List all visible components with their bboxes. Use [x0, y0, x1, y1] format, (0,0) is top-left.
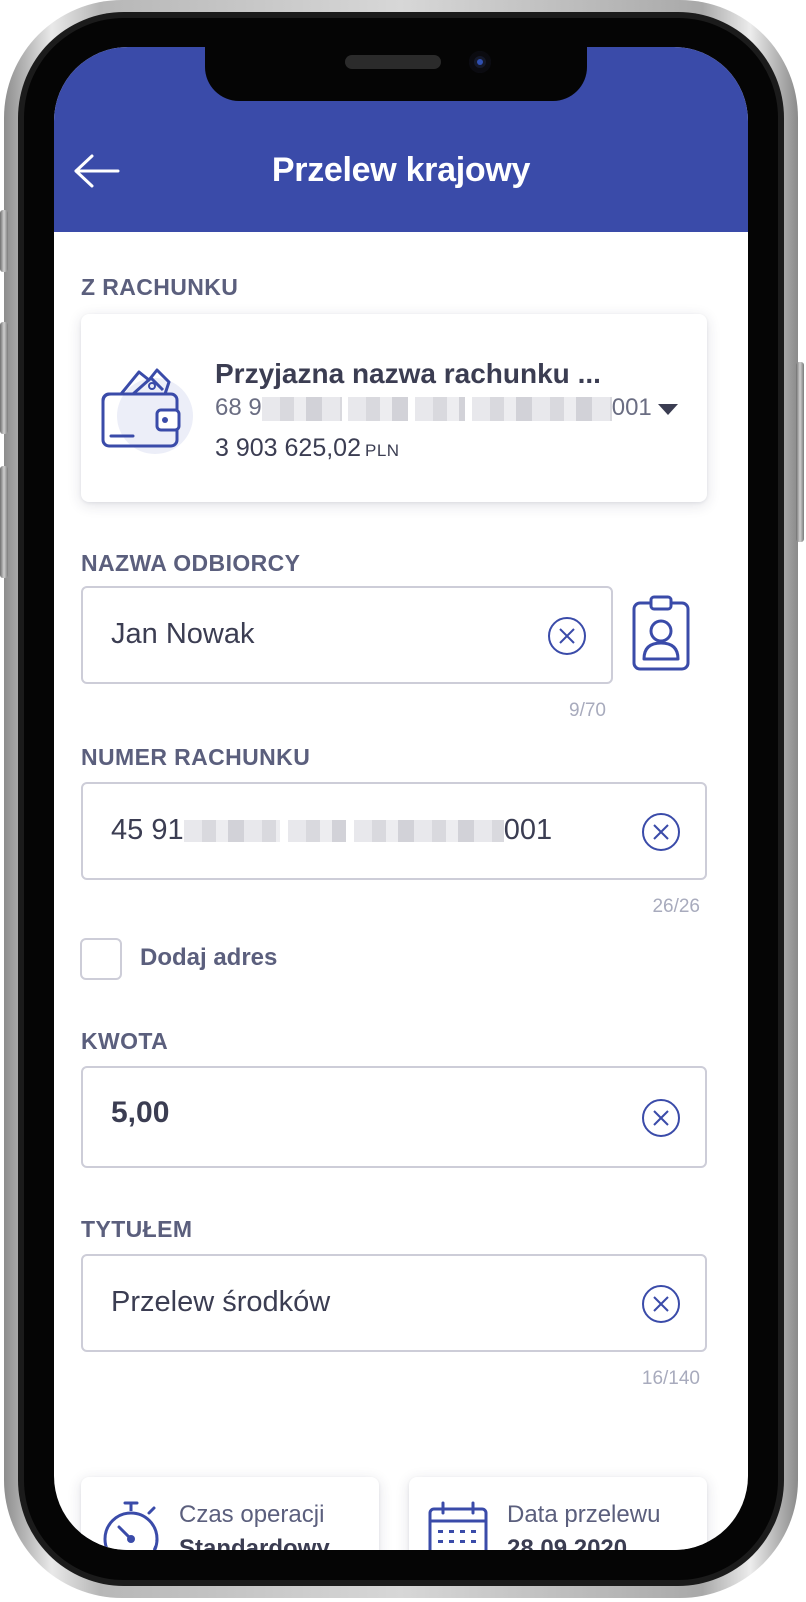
operation-time-selector[interactable]: Czas operacji Standardowy — [81, 1477, 379, 1550]
contacts-button[interactable] — [632, 595, 690, 671]
add-address-label: Dodaj adres — [140, 944, 278, 971]
transfer-date-selector[interactable]: Data przelewu 28.09.2020 — [409, 1477, 707, 1550]
redacted-block — [348, 396, 409, 421]
clear-amount-button[interactable] — [641, 1098, 681, 1138]
account-number-value-suffix: 001 — [503, 814, 553, 846]
power-button — [796, 362, 804, 542]
page-title: Przelew krajowy — [271, 151, 531, 189]
wallet-icon — [99, 358, 199, 458]
from-account-selector[interactable]: Przyjazna nazwa rachunku ... 68 9 001 3 … — [81, 314, 707, 502]
balance-amount: 3 903 625,02 — [215, 434, 361, 462]
amount-field[interactable]: 5,00 — [81, 1066, 707, 1168]
redacted-block — [415, 396, 466, 421]
recipient-char-counter: 9/70 — [569, 700, 606, 721]
chevron-down-icon — [658, 404, 678, 415]
redacted-block — [183, 820, 280, 843]
phone-screen: Przelew krajowy Z RACHUNKU Przyjazna naz… — [54, 47, 748, 1550]
redacted-block — [287, 820, 346, 843]
account-number-suffix: 001 — [611, 394, 652, 421]
front-camera — [469, 51, 491, 73]
contact-card-icon — [632, 595, 690, 671]
account-number-char-counter: 26/26 — [652, 896, 700, 917]
account-number-label: NUMER RACHUNKU — [81, 744, 311, 770]
add-address-checkbox[interactable] — [80, 938, 122, 980]
account-name: Przyjazna nazwa rachunku ... — [215, 358, 601, 389]
recipient-label: NAZWA ODBIORCY — [81, 550, 301, 576]
redacted-block — [261, 396, 342, 421]
account-number-prefix: 68 9 — [215, 394, 262, 421]
operation-time-value: Standardowy — [179, 1535, 330, 1550]
account-number-value-prefix: 45 91 — [111, 814, 184, 846]
redacted-block — [353, 820, 504, 843]
clear-icon — [642, 813, 680, 851]
recipient-name-value: Jan Nowak — [111, 618, 255, 650]
transfer-title-field[interactable]: Przelew środków — [81, 1254, 707, 1352]
volume-up-button — [0, 322, 8, 434]
transfer-title-value: Przelew środków — [111, 1286, 331, 1318]
clear-account-number-button[interactable] — [641, 812, 681, 852]
amount-value: 5,00 — [111, 1096, 170, 1129]
account-number: 68 9 001 — [215, 394, 652, 422]
amount-label: KWOTA — [81, 1028, 169, 1054]
silent-switch — [0, 210, 8, 272]
clear-recipient-button[interactable] — [547, 616, 587, 656]
balance-currency: PLN — [364, 441, 400, 460]
transfer-date-title: Data przelewu — [507, 1501, 661, 1528]
operation-time-title: Czas operacji — [179, 1501, 325, 1528]
stopwatch-icon — [103, 1501, 159, 1550]
speaker-grille — [345, 55, 441, 69]
recipient-name-field[interactable]: Jan Nowak — [81, 586, 613, 684]
account-balance: 3 903 625,02 PLN — [215, 434, 400, 463]
account-number-value: 45 91 001 — [111, 814, 552, 847]
title-label: TYTUŁEM — [81, 1216, 193, 1242]
redacted-block — [471, 396, 612, 421]
transfer-date-value: 28.09.2020 — [507, 1535, 628, 1550]
title-char-counter: 16/140 — [641, 1368, 700, 1389]
account-number-field[interactable]: 45 91 001 — [81, 782, 707, 880]
clear-title-button[interactable] — [641, 1284, 681, 1324]
notch — [205, 47, 587, 101]
clear-icon — [642, 1099, 680, 1137]
volume-down-button — [0, 466, 8, 578]
from-account-label: Z RACHUNKU — [81, 274, 239, 300]
clear-icon — [548, 617, 586, 655]
calendar-icon — [428, 1501, 488, 1550]
clear-icon — [642, 1285, 680, 1323]
